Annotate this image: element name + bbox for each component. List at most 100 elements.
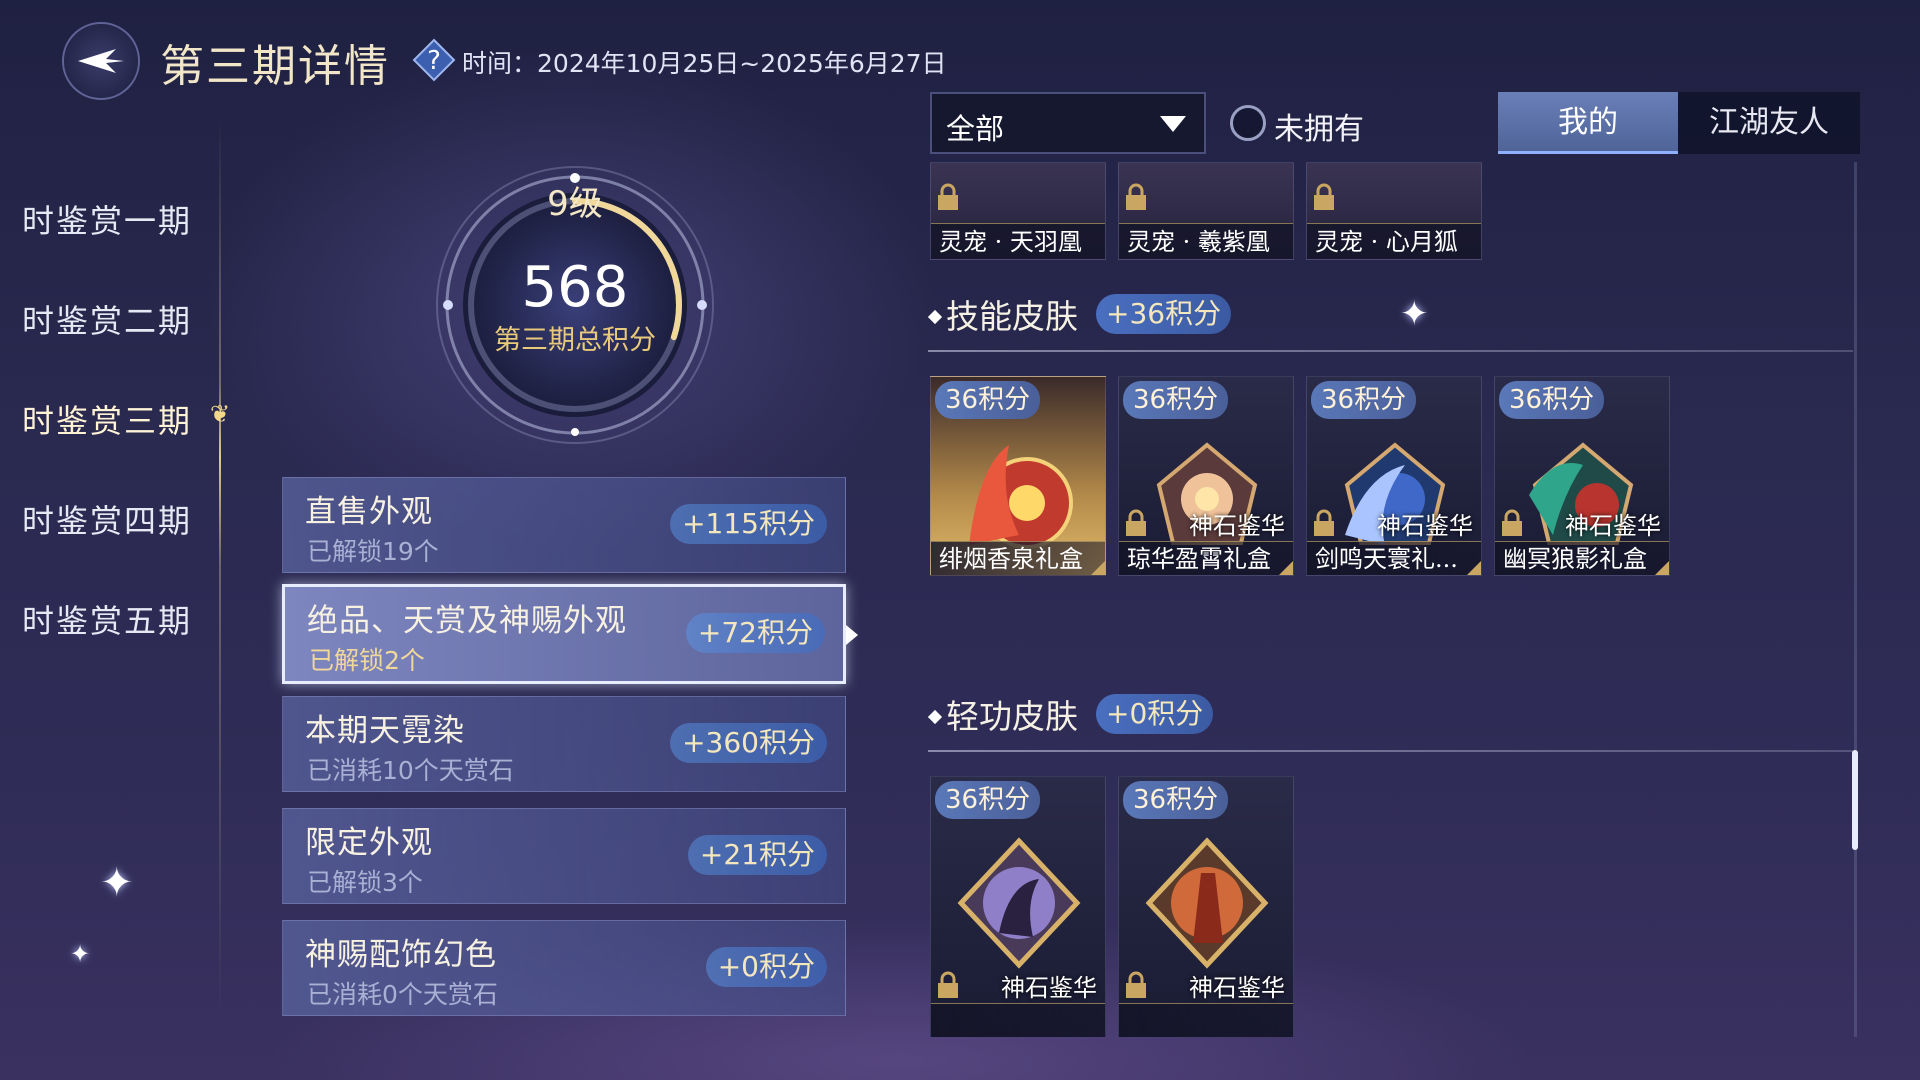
nav-item-period-1[interactable]: 时鉴赏一期 [22, 196, 192, 242]
section-title-text: 轻功皮肤 [946, 697, 1078, 736]
source-tag: 神石鉴华 [1377, 512, 1473, 540]
points-badge: 36积分 [1123, 781, 1229, 819]
category-title: 绝品、天赏及神赐外观 [307, 603, 627, 639]
period-range: 时间：2024年10月25日~2025年6月27日 [462, 44, 947, 80]
active-indicator-icon: ❦ [210, 400, 231, 428]
section-title-skill-skins: 技能皮肤 [928, 290, 1078, 338]
lock-icon [1314, 183, 1334, 210]
filter-dropdown-value: 全部 [946, 112, 1005, 146]
section-title-text: 技能皮肤 [946, 297, 1078, 336]
points-badge: 36积分 [1499, 381, 1605, 419]
source-tag: 神石鉴华 [1001, 974, 1097, 1002]
category-subtitle: 已解锁3个 [307, 868, 423, 897]
page-title: 第三期详情 [160, 41, 390, 92]
skin-art-icon [1145, 837, 1269, 969]
category-subtitle: 已解锁19个 [307, 537, 439, 566]
category-premium[interactable]: 绝品、天赏及神赐外观 已解锁2个 +72积分 [282, 584, 846, 684]
qinggong-skin-card[interactable]: 36积分 神石鉴华 [930, 776, 1106, 1037]
skin-name [1119, 1003, 1293, 1037]
skin-name: 幽冥狼影礼盒 [1495, 541, 1669, 575]
skin-name: 绯烟香泉礼盒 [931, 541, 1105, 575]
source-tag: 神石鉴华 [1189, 512, 1285, 540]
lock-icon [938, 971, 958, 998]
category-limited[interactable]: 限定外观 已解锁3个 +21积分 [282, 808, 846, 904]
category-subtitle: 已消耗10个天赏石 [307, 756, 514, 785]
corner-decoration [1467, 561, 1481, 575]
nav-divider [219, 115, 221, 1015]
section-divider [928, 350, 1853, 352]
svg-text:?: ? [427, 46, 441, 76]
skin-name: 剑鸣天寰礼... [1307, 541, 1481, 575]
skin-name: 琼华盈霄礼盒 [1119, 541, 1293, 575]
nav-item-period-4[interactable]: 时鉴赏四期 [22, 496, 192, 542]
qinggong-skin-card[interactable]: 36积分 神石鉴华 [1118, 776, 1294, 1037]
chevron-down-icon [1160, 116, 1186, 132]
category-title: 直售外观 [305, 494, 433, 530]
nav-item-period-2[interactable]: 时鉴赏二期 [22, 296, 192, 342]
category-points-badge: +72积分 [685, 613, 825, 653]
pet-name: 灵宠 · 心月狐 [1307, 223, 1481, 259]
section-points-badge: +0积分 [1096, 694, 1214, 734]
section-points-badge: +36积分 [1096, 294, 1232, 334]
category-points-badge: +21积分 [687, 835, 827, 875]
category-points-badge: +0积分 [705, 947, 827, 987]
section-title-qinggong-skins: 轻功皮肤 [928, 690, 1078, 738]
total-score-label: 第三期总积分 [494, 325, 656, 356]
pet-card[interactable]: 灵宠 · 羲紫凰 [1118, 162, 1294, 260]
points-badge: 36积分 [1123, 381, 1229, 419]
skill-skin-card[interactable]: 36积分 神石鉴华 幽冥狼影礼盒 [1494, 376, 1670, 576]
back-button[interactable] [62, 22, 140, 100]
nav-item-period-3[interactable]: 时鉴赏三期 [22, 396, 192, 442]
diamond-icon [928, 309, 943, 325]
scrollbar-track[interactable] [1854, 162, 1857, 1037]
sparkle-decoration: ✦ [100, 860, 134, 906]
category-title: 神赐配饰幻色 [305, 937, 497, 973]
total-score: 568 [521, 255, 629, 320]
section-divider [928, 750, 1853, 752]
category-title: 本期天霓染 [305, 713, 465, 749]
corner-decoration [1091, 561, 1105, 575]
back-arrow-icon [78, 49, 124, 73]
points-badge: 36积分 [935, 781, 1041, 819]
corner-decoration [1655, 561, 1669, 575]
nav-item-period-5[interactable]: 时鉴赏五期 [22, 596, 192, 642]
skill-skin-card[interactable]: 36积分 绯烟香泉礼盒 [930, 376, 1106, 576]
category-points-badge: +115积分 [670, 504, 827, 544]
pet-name: 灵宠 · 羲紫凰 [1119, 223, 1293, 259]
points-badge: 36积分 [935, 381, 1041, 419]
category-title: 限定外观 [305, 825, 433, 861]
category-points-badge: +360积分 [670, 723, 827, 763]
points-badge: 36积分 [1311, 381, 1417, 419]
period-label: 时间： [462, 49, 538, 78]
lock-icon [1502, 509, 1522, 536]
help-icon[interactable]: ? [412, 38, 456, 82]
lock-icon [1126, 509, 1146, 536]
skill-skin-card[interactable]: 36积分 神石鉴华 剑鸣天寰礼... [1306, 376, 1482, 576]
filter-dropdown[interactable]: 全部 [930, 92, 1206, 154]
pet-card[interactable]: 灵宠 · 心月狐 [1306, 162, 1482, 260]
pet-name: 灵宠 · 天羽凰 [931, 223, 1105, 259]
category-accessory-color[interactable]: 神赐配饰幻色 已消耗0个天赏石 +0积分 [282, 920, 846, 1016]
lock-icon [1126, 183, 1146, 210]
corner-decoration [1279, 561, 1293, 575]
level-label: 9级 [547, 184, 603, 224]
items-scroll-pane[interactable]: 灵宠 · 天羽凰 灵宠 · 羲紫凰 灵宠 · 心月狐 技能皮肤 +36积分 36… [928, 162, 1858, 1037]
category-subtitle: 已解锁2个 [309, 646, 425, 675]
sparkle-decoration: ✦ [70, 940, 91, 968]
scrollbar-thumb[interactable] [1852, 750, 1858, 850]
source-tag: 神石鉴华 [1189, 974, 1285, 1002]
skill-skin-card[interactable]: 36积分 神石鉴华 琼华盈霄礼盒 [1118, 376, 1294, 576]
lock-icon [1314, 509, 1334, 536]
skin-art-icon [957, 837, 1081, 969]
category-subtitle: 已消耗0个天赏石 [307, 980, 498, 1009]
category-direct-sale[interactable]: 直售外观 已解锁19个 +115积分 [282, 477, 846, 573]
pet-card[interactable]: 灵宠 · 天羽凰 [930, 162, 1106, 260]
diamond-icon [928, 709, 943, 725]
unowned-radio[interactable] [1230, 105, 1266, 141]
category-dye[interactable]: 本期天霓染 已消耗10个天赏石 +360积分 [282, 696, 846, 792]
lock-icon [1126, 971, 1146, 998]
selected-pointer-icon [846, 625, 858, 645]
tab-mine[interactable]: 我的 [1498, 92, 1678, 154]
unowned-label[interactable]: 未拥有 [1274, 104, 1364, 148]
tab-friends[interactable]: 江湖友人 [1678, 92, 1860, 154]
